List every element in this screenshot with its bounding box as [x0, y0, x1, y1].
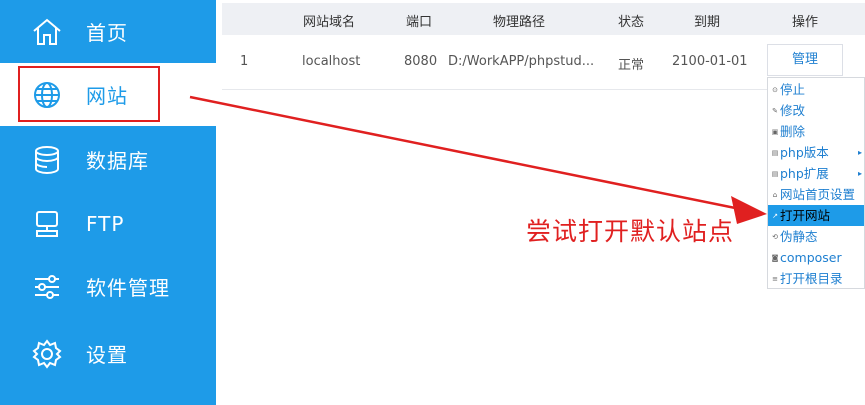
highlight-box	[18, 66, 160, 122]
php-icon: ▤	[771, 149, 779, 157]
column-header-status: 状态	[618, 15, 645, 30]
folder-icon: ≡	[772, 275, 778, 283]
sidebar-item-database[interactable]: 数据库	[0, 128, 216, 191]
menu-item-label: 删除	[780, 124, 806, 139]
sidebar-item-label: 数据库	[86, 149, 149, 173]
menu-item-edit[interactable]: ✎ 修改	[768, 100, 864, 121]
menu-item-label: 伪静态	[780, 229, 818, 244]
menu-item-open-site[interactable]: ↗ 打开网站	[768, 205, 864, 226]
gear-icon	[30, 337, 64, 371]
sidebar: 首页 网站 数据库 FTP 软件管理 设置	[0, 0, 216, 405]
menu-item-composer[interactable]: ◙ composer	[768, 247, 864, 268]
menu-item-stop[interactable]: ⊙ 停止	[768, 79, 864, 100]
open-icon: ↗	[772, 212, 778, 220]
menu-item-label: php版本	[780, 145, 829, 160]
menu-item-home-setting[interactable]: ⌂ 网站首页设置	[768, 184, 864, 205]
menu-item-label: 网站首页设置	[780, 187, 856, 202]
trash-icon: ▣	[771, 128, 779, 136]
database-icon	[30, 143, 64, 177]
home-icon: ⌂	[772, 191, 778, 199]
row-port: 8080	[404, 54, 438, 69]
sidebar-item-label: 首页	[86, 21, 128, 45]
menu-item-label: 修改	[780, 103, 806, 118]
submenu-arrow-icon: ▸	[857, 148, 862, 157]
extension-icon: ▤	[771, 170, 779, 178]
menu-item-rewrite[interactable]: ⟲ 伪静态	[768, 226, 864, 247]
sliders-icon	[30, 270, 64, 304]
monitor-icon	[30, 207, 64, 241]
row-index: 1	[240, 54, 249, 69]
menu-item-php-version[interactable]: ▤ php版本 ▸	[768, 142, 864, 163]
menu-item-open-root[interactable]: ≡ 打开根目录	[768, 268, 864, 289]
sidebar-item-software[interactable]: 软件管理	[0, 255, 216, 318]
menu-item-label: php扩展	[780, 166, 829, 181]
menu-item-delete[interactable]: ▣ 删除	[768, 121, 864, 142]
submenu-arrow-icon: ▸	[857, 169, 862, 178]
column-header-port: 端口	[406, 15, 433, 30]
rewrite-icon: ⟲	[772, 233, 778, 241]
menu-item-label: 打开网站	[780, 208, 831, 223]
sidebar-item-label: FTP	[86, 211, 125, 236]
menu-item-php-extension[interactable]: ▤ php扩展 ▸	[768, 163, 864, 184]
column-header-path: 物理路径	[493, 15, 546, 30]
sidebar-item-label: 软件管理	[86, 276, 170, 300]
package-icon: ◙	[771, 254, 779, 262]
row-domain: localhost	[302, 54, 361, 69]
menu-item-label: 打开根目录	[780, 271, 843, 286]
menu-item-label: 停止	[780, 82, 806, 97]
table-header: 网站域名 端口 物理路径 状态 到期 操作	[222, 3, 865, 35]
column-header-expire: 到期	[694, 15, 721, 30]
stop-icon: ⊙	[772, 86, 778, 94]
row-status: 正常	[618, 58, 645, 73]
row-path: D:/WorkAPP/phpstud...	[448, 54, 595, 69]
sidebar-item-ftp[interactable]: FTP	[0, 192, 216, 255]
menu-item-label: composer	[780, 250, 842, 265]
manage-button[interactable]: 管理	[767, 44, 843, 76]
sidebar-item-settings[interactable]: 设置	[0, 322, 216, 385]
column-header-action: 操作	[792, 15, 819, 30]
sidebar-item-label: 设置	[86, 343, 128, 367]
row-expire: 2100-01-01	[672, 54, 748, 69]
context-menu: ⊙ 停止 ✎ 修改 ▣ 删除 ▤ php版本 ▸ ▤ php扩展 ▸ ⌂ 网站首页设置 ↗ 打开网…	[767, 77, 865, 289]
home-icon	[30, 15, 64, 49]
column-header-domain: 网站域名	[303, 15, 356, 30]
annotation-text: 尝试打开默认站点	[526, 217, 735, 246]
edit-icon: ✎	[772, 107, 778, 115]
sidebar-item-home[interactable]: 首页	[0, 0, 216, 63]
